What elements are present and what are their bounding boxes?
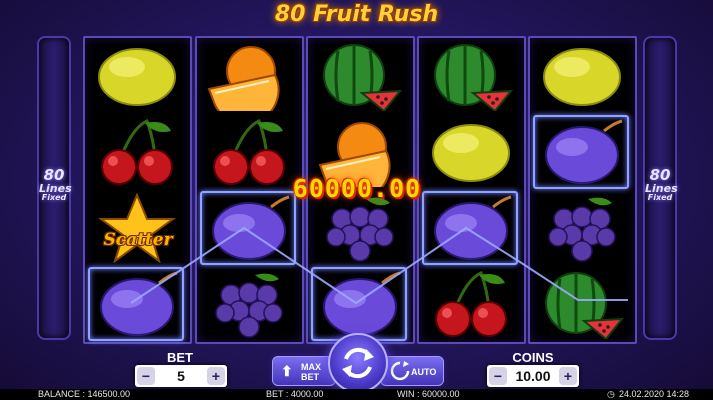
win-readout: WIN : 60000.00 [397, 389, 460, 399]
reel-5 [528, 36, 637, 344]
arrow-up-icon: ⬆ [281, 363, 293, 379]
reel-1-symbol-lemon [85, 38, 190, 114]
bet-value: 5 [177, 368, 185, 384]
reel-5-symbol-lemon [530, 38, 635, 114]
lines-plate-left: 80 Lines Fixed [37, 36, 72, 340]
game-title: 80 Fruit Rush [274, 2, 439, 27]
reel-5-symbol-grapes [530, 190, 635, 266]
reel-2-symbol-orange [197, 38, 302, 114]
bet-increase-button[interactable]: + [207, 367, 225, 385]
fixed-word-right: Fixed [647, 193, 673, 202]
reel-2-symbol-grapes [197, 266, 302, 342]
auto-spin-button[interactable]: AUTO [380, 356, 444, 386]
orange-icon [207, 46, 280, 111]
max-bet-line2: BET [301, 372, 319, 382]
cherries-icon [435, 271, 507, 337]
coins-label: COINS [512, 350, 554, 365]
bet-stepper: − 5 + [135, 365, 227, 387]
bet-decrease-button[interactable]: − [137, 367, 155, 385]
scatter-icon [97, 193, 177, 263]
reel-4-symbol-cherries [419, 266, 524, 342]
game-stage: 80 Fruit Rush 80 Lines Fixed 80 Lines Fi… [0, 0, 713, 400]
cherries-icon [101, 119, 173, 185]
status-bar: BALANCE : 146500.00 BET : 4000.00 WIN : … [0, 389, 713, 400]
watermelon-icon [545, 272, 625, 339]
lines-count-left: 80 [43, 166, 65, 184]
max-bet-line1: MAX [301, 362, 321, 372]
lines-count-right: 80 [649, 166, 671, 184]
coins-increase-button[interactable]: + [559, 367, 577, 385]
bet-readout: BET : 4000.00 [266, 389, 324, 399]
winning-symbol-frame [88, 267, 184, 341]
winning-symbol-frame [311, 267, 407, 341]
spin-icon [342, 347, 374, 379]
watermelon-icon [434, 44, 514, 111]
winning-symbol-frame [533, 115, 629, 189]
coins-decrease-button[interactable]: − [489, 367, 507, 385]
reel-1-symbol-cherries [85, 114, 190, 190]
auto-refresh-icon [390, 361, 410, 381]
scatter-label: Scatter [103, 230, 173, 250]
fixed-word-left: Fixed [41, 193, 67, 202]
balance-readout: BALANCE : 146500.00 [38, 389, 131, 399]
reel-3-symbol-watermelon [308, 38, 413, 114]
coins-stepper: − 10.00 + [487, 365, 579, 387]
clock-icon: ◷ [607, 389, 615, 399]
win-amount-display: 60000.00 [292, 174, 422, 203]
max-bet-button[interactable]: ⬆ MAX BET [272, 356, 336, 386]
lemon-icon [543, 48, 621, 106]
reel-5-symbol-watermelon [530, 266, 635, 342]
datetime-readout: 24.02.2020 14:28 [619, 389, 690, 399]
lemon-icon [98, 48, 176, 106]
reel-4-symbol-watermelon [419, 38, 524, 114]
grapes-icon [215, 273, 283, 338]
grapes-icon [548, 197, 616, 262]
coins-value: 10.00 [515, 368, 551, 384]
spin-button[interactable] [328, 333, 388, 393]
lines-plate-right: 80 Lines Fixed [643, 36, 678, 340]
auto-label: AUTO [411, 367, 437, 377]
watermelon-icon [323, 44, 403, 111]
reel-1-symbol-scatter: Scatter [85, 190, 190, 266]
bet-label: BET [167, 350, 193, 365]
